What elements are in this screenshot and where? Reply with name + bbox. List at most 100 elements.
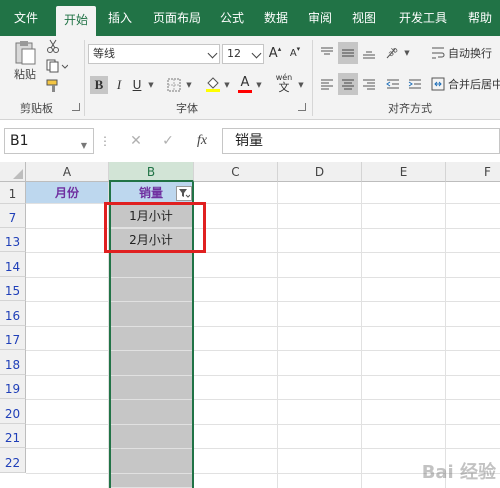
row-header-1[interactable]: 1 — [0, 182, 26, 204]
align-top-icon[interactable] — [318, 44, 336, 62]
row-header-15[interactable]: 15 — [0, 277, 26, 301]
font-color-dropdown-icon[interactable]: ▼ — [254, 76, 264, 94]
font-size-value: 12 — [227, 47, 241, 60]
underline-button[interactable]: U — [130, 76, 144, 94]
row-header-16[interactable]: 16 — [0, 301, 26, 326]
select-all-corner[interactable] — [0, 162, 26, 182]
formula-bar: B1 ▼ ⋮ ✕ ✓ fx 销量 — [0, 124, 500, 158]
borders-dropdown-icon[interactable]: ▼ — [184, 76, 194, 94]
tab-review[interactable]: 审阅 — [300, 0, 340, 36]
formula-buttons: ✕ ✓ fx — [118, 128, 220, 154]
align-middle-icon[interactable] — [338, 42, 358, 64]
font-color-button[interactable]: A — [236, 74, 254, 94]
baidu-watermark: Bai 经验 — [421, 462, 496, 483]
paste-icon[interactable] — [10, 40, 40, 66]
more-options-icon[interactable]: ⋮ — [99, 132, 111, 150]
cell-c1[interactable] — [194, 182, 278, 204]
borders-icon[interactable] — [166, 76, 182, 94]
fill-color-icon[interactable] — [204, 74, 222, 94]
insert-function-icon[interactable]: fx — [190, 131, 214, 151]
cell-a1[interactable]: 月份 — [26, 182, 109, 204]
decrease-indent-icon[interactable] — [384, 74, 402, 94]
format-painter-icon[interactable] — [44, 78, 62, 94]
tab-home[interactable]: 开始 — [56, 6, 96, 36]
row-header-17[interactable]: 17 — [0, 326, 26, 350]
column-header-f[interactable]: F — [446, 162, 500, 182]
font-color-swatch — [238, 89, 252, 93]
alignment-group-label: 对齐方式 — [388, 102, 432, 115]
align-bottom-icon[interactable] — [360, 44, 378, 62]
align-center-icon[interactable] — [338, 73, 358, 95]
row-header-19[interactable]: 19 — [0, 375, 26, 399]
tab-page-layout[interactable]: 页面布局 — [146, 0, 208, 36]
fill-color-dropdown-icon[interactable]: ▼ — [222, 76, 232, 94]
row-header-7[interactable]: 7 — [0, 204, 26, 228]
row-header-13[interactable]: 13 — [0, 228, 26, 252]
tab-formulas[interactable]: 公式 — [212, 0, 252, 36]
phonetic-dropdown-icon[interactable]: ▼ — [296, 76, 306, 94]
phonetic-char-icon: 文 — [278, 80, 290, 94]
chevron-down-icon: ▼ — [80, 141, 87, 150]
gridlines — [26, 204, 500, 488]
ribbon-tab-bar: 文件 开始 插入 页面布局 公式 数据 审阅 视图 开发工具 帮助 — [0, 0, 500, 36]
column-header-a[interactable]: A — [26, 162, 109, 182]
name-box-value: B1 — [10, 133, 29, 149]
enter-icon[interactable]: ✓ — [158, 131, 178, 151]
font-color-label: A — [240, 74, 250, 90]
increase-indent-icon[interactable] — [406, 74, 424, 94]
shrink-font-label: A — [289, 47, 297, 59]
column-header-b[interactable]: B — [109, 162, 194, 182]
row-header-22[interactable]: 22 — [0, 448, 26, 473]
orientation-dropdown-icon[interactable]: ▼ — [402, 44, 412, 62]
tab-insert[interactable]: 插入 — [100, 0, 140, 36]
underline-dropdown-icon[interactable]: ▼ — [146, 76, 156, 94]
merge-center-icon[interactable] — [430, 74, 446, 94]
shrink-font-button[interactable]: A ▾ — [288, 44, 302, 62]
group-divider — [312, 40, 313, 116]
column-header-c[interactable]: C — [194, 162, 278, 182]
orientation-icon[interactable]: ab — [384, 44, 402, 62]
font-launcher-icon[interactable] — [298, 103, 306, 111]
font-group-label: 字体 — [176, 102, 198, 115]
tab-view[interactable]: 视图 — [344, 0, 384, 36]
row-header-18[interactable]: 18 — [0, 350, 26, 375]
font-size-select[interactable]: 12 — [222, 44, 264, 64]
up-caret-icon: ▴ — [277, 45, 282, 53]
row-header-21[interactable]: 21 — [0, 424, 26, 448]
cell-f1[interactable] — [446, 182, 500, 204]
tab-file[interactable]: 文件 — [0, 0, 52, 36]
phonetic-guide-button[interactable]: wén 文 — [272, 72, 296, 94]
grow-font-button[interactable]: A ▴ — [268, 44, 282, 62]
row-header-14[interactable]: 14 — [0, 252, 26, 277]
clipboard-group-label: 剪贴板 — [20, 102, 53, 115]
cell-e1[interactable] — [362, 182, 446, 204]
formula-input[interactable]: 销量 — [222, 128, 500, 154]
italic-button[interactable]: I — [112, 76, 126, 94]
filter-dropdown-icon[interactable] — [176, 186, 192, 201]
column-header-e[interactable]: E — [362, 162, 446, 182]
down-caret-icon: ▾ — [296, 45, 301, 53]
align-right-icon[interactable] — [360, 74, 378, 94]
tab-data[interactable]: 数据 — [256, 0, 296, 36]
paste-button-label[interactable]: 粘贴 — [10, 66, 40, 82]
align-left-icon[interactable] — [318, 74, 336, 94]
clipboard-launcher-icon[interactable] — [72, 103, 80, 111]
ribbon: 粘贴 剪贴板 等线 12 A ▴ A ▾ B I U ▼ ▼ ▼ A ▼ wén 文… — [0, 36, 500, 120]
column-header-d[interactable]: D — [278, 162, 362, 182]
font-name-value: 等线 — [93, 47, 115, 60]
tab-developer[interactable]: 开发工具 — [392, 0, 454, 36]
wrap-text-button[interactable]: 自动换行 — [448, 44, 500, 62]
wrap-text-icon[interactable] — [430, 44, 446, 62]
cell-d1[interactable] — [278, 182, 362, 204]
name-box[interactable]: B1 ▼ — [4, 128, 94, 154]
chevron-down-icon — [251, 48, 262, 59]
copy-icon[interactable] — [44, 58, 70, 74]
bold-button[interactable]: B — [90, 76, 108, 94]
merge-center-button[interactable]: 合并后居中 — [448, 74, 500, 94]
cut-icon[interactable] — [44, 38, 62, 54]
spreadsheet-grid: A B C D E F 1 7 13 14 15 16 17 18 19 20 … — [0, 162, 500, 488]
font-name-select[interactable]: 等线 — [88, 44, 220, 64]
tab-help[interactable]: 帮助 — [460, 0, 500, 36]
row-header-20[interactable]: 20 — [0, 399, 26, 424]
cancel-icon[interactable]: ✕ — [126, 131, 146, 151]
